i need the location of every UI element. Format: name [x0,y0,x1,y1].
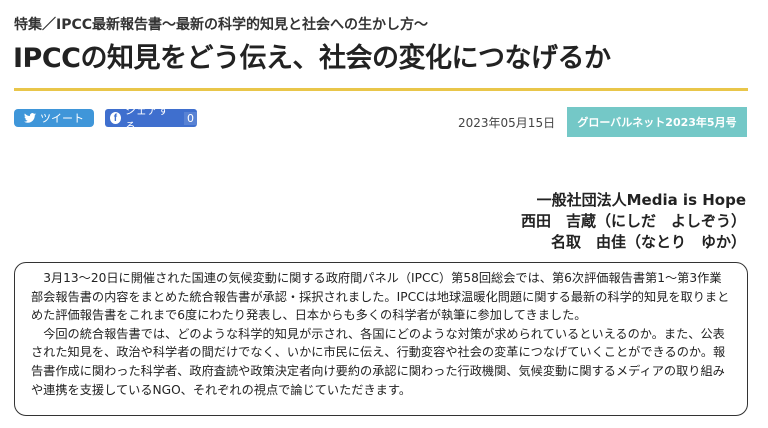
summary-paragraph-1: 3月13〜20日に開催された国連の気候変動に関する政府間パネル（IPCC）第58… [31,271,730,323]
tweet-button[interactable]: ツイート [14,109,94,127]
issue-badge[interactable]: グローバルネット2023年5月号 [567,107,747,137]
summary-paragraph-2: 今回の統合報告書では、どのような科学的知見が示され、各国にどのような対策が求めら… [31,326,726,397]
title-divider [14,88,748,91]
article-kicker: 特集／IPCC最新報告書〜最新の科学的知見と社会への生かし方〜 [14,17,429,33]
facebook-share-label: シェアする [124,104,169,133]
author-organization: 一般社団法人Media is Hope [536,191,746,209]
publish-date: 2023年05月15日 [458,116,556,130]
facebook-icon: f [110,112,121,124]
article-summary-box: 3月13〜20日に開催された国連の気候変動に関する政府間パネル（IPCC）第58… [14,262,748,416]
author-name-2: 名取 由佳（なとり ゆか） [550,233,746,251]
author-name-1: 西田 吉蔵（にしだ よしぞう） [520,212,746,230]
article-title: IPCCの知見をどう伝え、社会の変化につなげるか [13,43,611,74]
facebook-share-button[interactable]: f シェアする 0 [105,104,197,133]
facebook-share-count: 0 [184,111,197,125]
author-block: 一般社団法人Media is Hope 西田 吉蔵（にしだ よしぞう） 名取 由… [521,190,746,253]
tweet-label: ツイート [40,112,84,125]
twitter-bird-icon [24,113,36,123]
